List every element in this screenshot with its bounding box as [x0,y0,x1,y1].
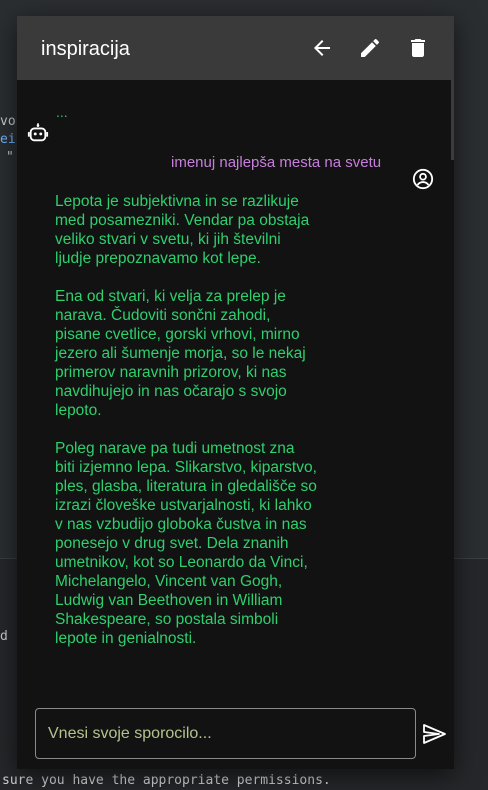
terminal-footer-text: sure you have the appropriate permission… [2,773,331,788]
message-input-container [35,708,416,759]
send-button[interactable] [422,722,446,746]
arrow-left-icon [314,40,330,56]
user-avatar-icon [412,168,434,190]
bot-message: Lepota je subjektivna in se razlikuje me… [55,192,317,648]
delete-button[interactable] [406,36,430,60]
bot-message-paragraph: Ena od stvari, ki velja za prelep je nar… [55,288,306,419]
loading-indicator: ... [56,104,68,120]
chat-dialog: inspiracija ... imenuj najlepša mesta na… [17,16,454,769]
bot-message-paragraph: Poleg narave pa tudi umetnost zna biti i… [55,440,317,647]
dialog-title: inspiracija [41,38,130,60]
terminal-text: vo [0,114,16,129]
trash-icon [411,39,425,57]
message-input[interactable] [36,709,415,758]
robot-icon [27,122,49,144]
send-icon [423,724,446,744]
pencil-icon [361,38,380,57]
scrollbar[interactable] [451,80,454,160]
bot-message-paragraph: Lepota je subjektivna in se razlikuje me… [55,193,310,267]
terminal-text: " [6,150,14,165]
terminal-text: d [0,629,8,644]
terminal-text: ei [0,132,16,147]
user-message: imenuj najlepša mesta na svetu [171,154,382,171]
back-button[interactable] [310,36,334,60]
edit-button[interactable] [358,36,382,60]
dialog-header: inspiracija [17,16,454,80]
